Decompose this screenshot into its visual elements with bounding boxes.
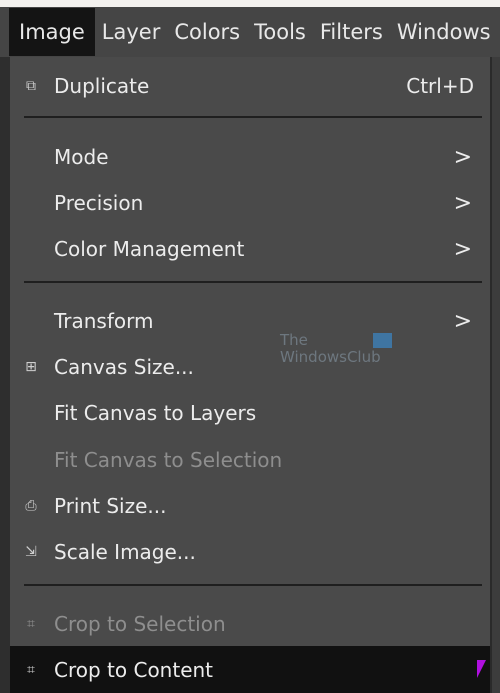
separator (24, 281, 482, 283)
menu-item-canvas-size[interactable]: ⊞ Canvas Size... (10, 344, 490, 390)
chevron-right-icon: > (453, 190, 472, 216)
duplicate-icon: ⧉ (26, 78, 36, 94)
menu-item-mode[interactable]: Mode > (10, 134, 490, 180)
menu-item-fit-canvas-to-layers[interactable]: Fit Canvas to Layers (10, 390, 490, 436)
menu-colors[interactable]: Colors (167, 8, 247, 56)
crop-icon: ⌗ (27, 616, 35, 632)
menu-item-print-size[interactable]: ⎙ Print Size... (10, 483, 490, 529)
crop-icon: ⌗ (27, 661, 35, 678)
menu-item-fit-canvas-to-selection: Fit Canvas to Selection (10, 437, 490, 483)
label: Mode (54, 145, 109, 169)
chevron-right-icon: > (453, 236, 472, 262)
menu-item-scale-image[interactable]: ⇲ Scale Image... (10, 529, 490, 575)
label: Duplicate (54, 74, 150, 98)
menu-windows[interactable]: Windows (390, 8, 498, 56)
background-right (490, 57, 500, 693)
menu-item-crop-to-selection: ⌗ Crop to Selection (10, 601, 490, 647)
menu-image[interactable]: Image (9, 8, 95, 56)
menubar: Image Layer Colors Tools Filters Windows (0, 7, 500, 57)
label: Fit Canvas to Selection (54, 448, 283, 472)
label: Crop to Selection (54, 612, 226, 636)
label: Canvas Size... (54, 355, 194, 379)
label: Crop to Content (54, 657, 214, 682)
image-dropdown-menu: ⧉ Duplicate Ctrl+D Mode > Precision > Co… (10, 57, 490, 693)
menu-layer[interactable]: Layer (95, 8, 168, 56)
label: Transform (54, 309, 154, 333)
scale-icon: ⇲ (25, 544, 37, 560)
label: Fit Canvas to Layers (54, 401, 257, 425)
separator (24, 584, 482, 586)
printer-icon: ⎙ (25, 498, 37, 514)
chevron-right-icon: > (453, 308, 472, 334)
menu-item-precision[interactable]: Precision > (10, 180, 490, 226)
menu-item-crop-to-content[interactable]: ⌗ Crop to Content (10, 646, 490, 693)
menu-filters[interactable]: Filters (313, 8, 390, 56)
menu-item-duplicate[interactable]: ⧉ Duplicate Ctrl+D (10, 63, 490, 109)
background-left (0, 57, 10, 693)
separator (24, 116, 482, 118)
watermark-logo-icon (373, 333, 392, 348)
label: Scale Image... (54, 540, 196, 564)
menu-tools[interactable]: Tools (247, 8, 313, 56)
top-strip (0, 0, 500, 7)
canvas-size-icon: ⊞ (25, 359, 37, 375)
menu-item-color-management[interactable]: Color Management > (10, 226, 490, 272)
chevron-right-icon: > (453, 144, 472, 170)
label: Print Size... (54, 494, 167, 518)
mouse-cursor-icon (477, 660, 486, 678)
watermark-line2: WindowsClub (280, 348, 381, 366)
watermark-line1: The (280, 331, 308, 349)
shortcut: Ctrl+D (406, 74, 474, 98)
watermark: The WindowsClub (280, 332, 381, 366)
menu-item-transform[interactable]: Transform > (10, 298, 490, 344)
label: Color Management (54, 237, 245, 261)
label: Precision (54, 191, 144, 215)
